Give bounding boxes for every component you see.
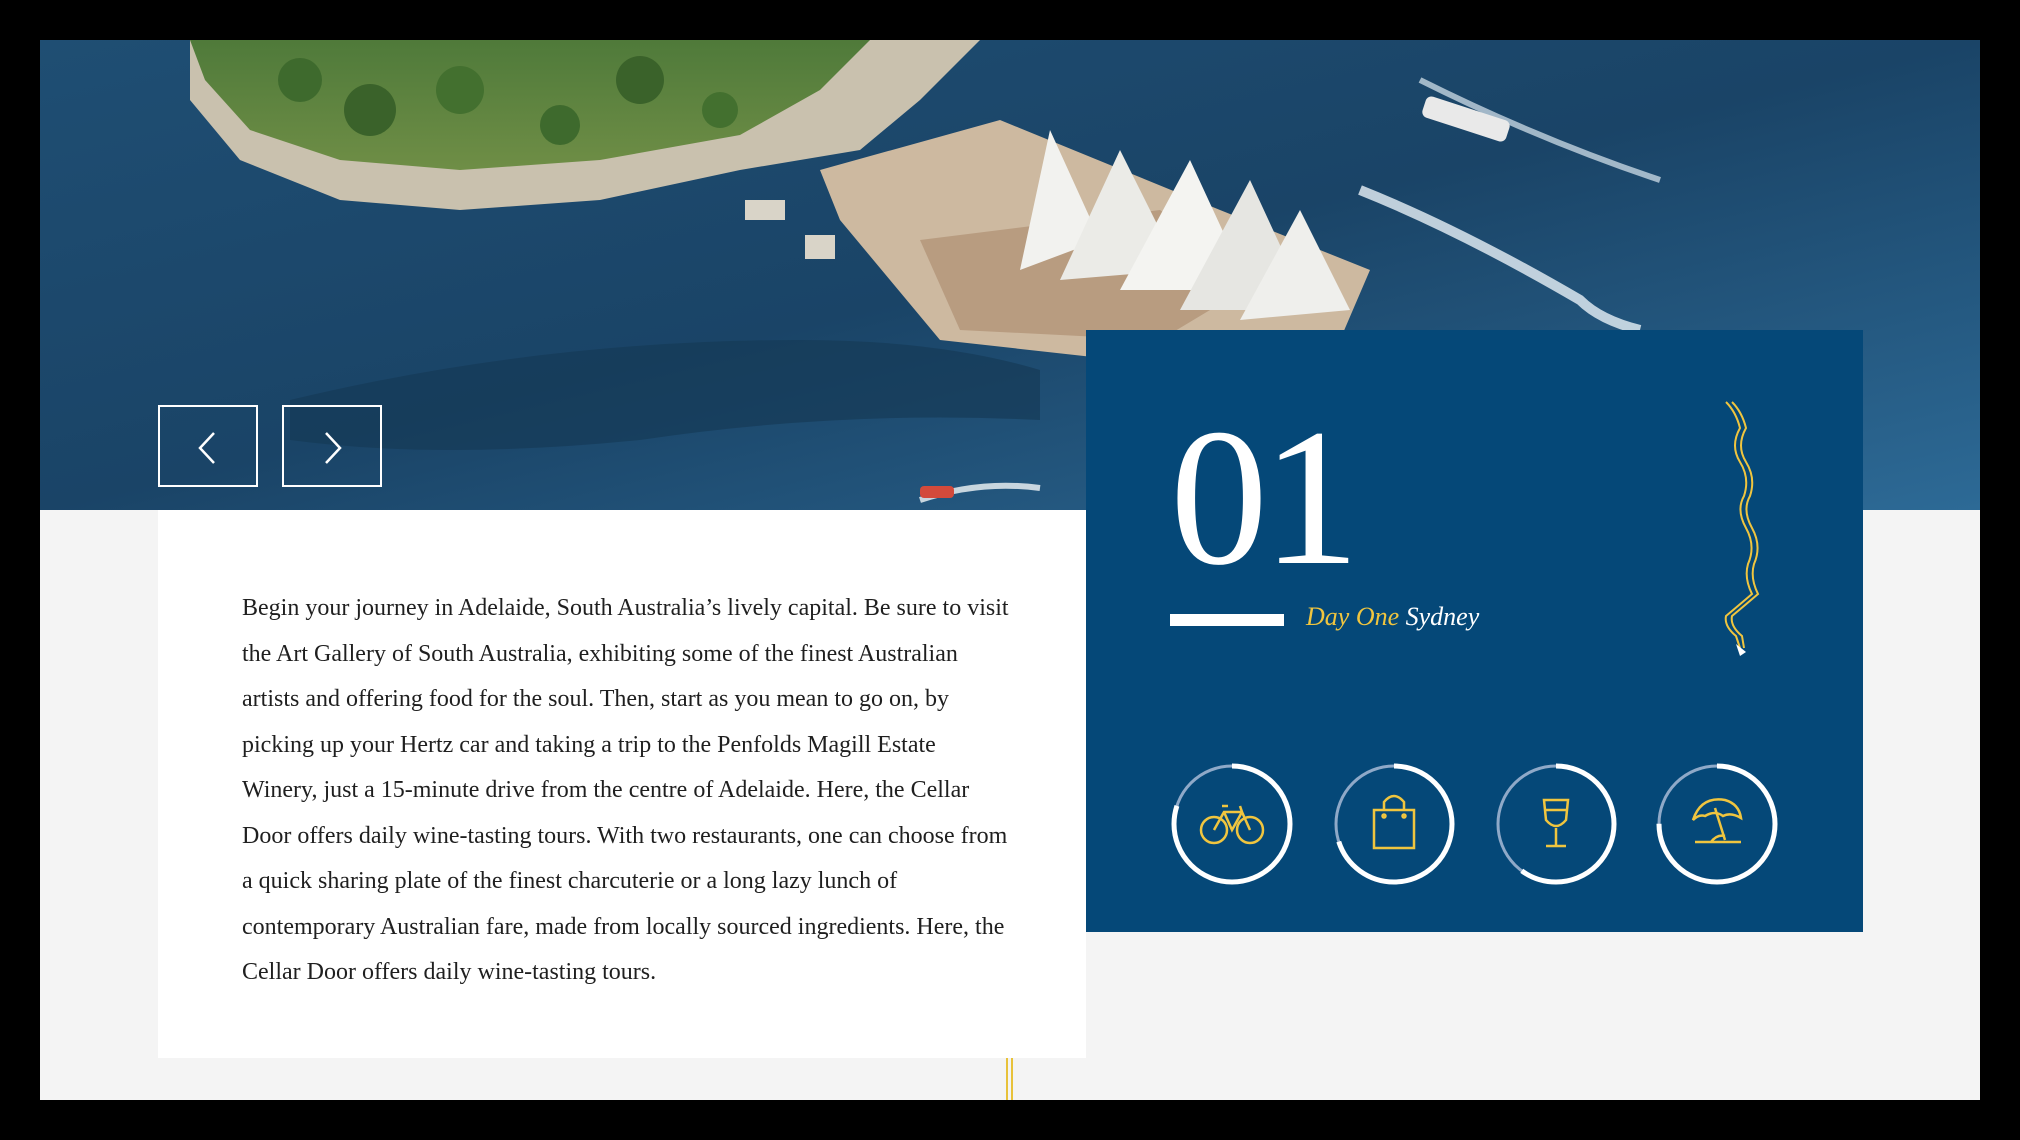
article-card: Begin your journey in Adelaide, South Au…: [158, 510, 1086, 1058]
day-label: Day One Sydney: [1306, 602, 1479, 632]
device-frame: Begin your journey in Adelaide, South Au…: [0, 0, 2020, 1140]
activity-wine-button[interactable]: [1494, 762, 1618, 886]
route-map-icon: [1724, 401, 1760, 656]
day-info-panel: 01 Day One Sydney: [1086, 330, 1863, 932]
article-body: Begin your journey in Adelaide, South Au…: [242, 595, 1009, 985]
chevron-right-icon: [325, 432, 342, 464]
beach-umbrella-icon: [1691, 798, 1743, 844]
chevron-left-icon: [198, 432, 215, 464]
slider-prev-button[interactable]: [158, 405, 258, 487]
timeline-line: [1006, 1058, 1008, 1100]
activity-shopping-button[interactable]: [1332, 762, 1456, 886]
day-number: 01: [1170, 389, 1360, 606]
activity-bike-button[interactable]: [1170, 762, 1294, 886]
activity-beach-button[interactable]: [1655, 762, 1779, 886]
day-label-day: Day One: [1306, 602, 1400, 631]
slider-next-button[interactable]: [282, 405, 382, 487]
page-viewport: Begin your journey in Adelaide, South Au…: [40, 40, 1980, 1100]
bicycle-icon: [1199, 804, 1265, 845]
timeline-line: [1011, 1058, 1013, 1100]
day-divider: [1170, 614, 1284, 626]
day-label-city: Sydney: [1405, 602, 1480, 631]
shopping-bag-icon: [1372, 794, 1416, 850]
wine-glass-icon: [1542, 798, 1570, 848]
